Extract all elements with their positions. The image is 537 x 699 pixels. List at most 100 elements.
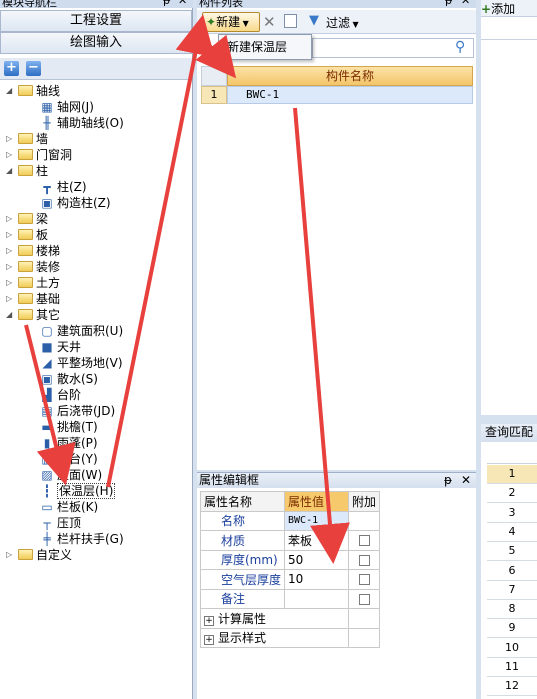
query-row[interactable]: 8: [487, 600, 537, 620]
prop-value[interactable]: 10: [284, 569, 350, 590]
property-row[interactable]: 名称 BWC-1: [199, 510, 381, 531]
tree-item[interactable]: ╪ 栏杆扶手(G): [40, 531, 123, 547]
collapse-all-icon[interactable]: −: [26, 61, 41, 76]
tree-folder[interactable]: ▷ 墙: [6, 131, 48, 147]
tree-item[interactable]: ▮ 雨蓬(P): [40, 435, 98, 451]
expand-arrow-icon[interactable]: ▷: [6, 243, 15, 259]
tree-item[interactable]: ▬ 挑檐(T): [40, 419, 97, 435]
tree-folder[interactable]: ▷ 板: [6, 227, 48, 243]
tree-item[interactable]: ▢ 建筑面积(U): [40, 323, 123, 339]
expand-arrow-icon[interactable]: ▷: [6, 147, 15, 163]
query-row[interactable]: 12: [487, 677, 537, 697]
tree-folder[interactable]: ◢ 轴线: [6, 83, 60, 99]
prop-value[interactable]: [284, 588, 350, 609]
tree-item[interactable]: ▣ 构造柱(Z): [40, 195, 110, 211]
extra-checkbox[interactable]: [358, 554, 370, 566]
tree-folder[interactable]: ◢ 其它: [6, 307, 60, 323]
expand-arrow-icon[interactable]: ▷: [6, 259, 15, 275]
prop-value[interactable]: 50: [284, 549, 350, 570]
tree-folder[interactable]: ◢ 柱: [6, 163, 48, 179]
pin-icon[interactable]: ᵽ: [445, 0, 452, 7]
table-row[interactable]: 1 BWC-1: [201, 86, 473, 104]
property-group[interactable]: + 计算属性: [199, 608, 381, 629]
expand-all-icon[interactable]: +: [4, 61, 19, 76]
pin-icon[interactable]: ᵽ: [444, 473, 452, 488]
collapse-arrow-icon[interactable]: ◢: [6, 83, 15, 99]
tree-item[interactable]: ▭ 栏板(K): [40, 499, 98, 515]
extra-checkbox[interactable]: [358, 574, 370, 586]
query-row[interactable]: 5: [487, 542, 537, 562]
tree-label: 辅助轴线(O): [57, 116, 124, 130]
close-icon[interactable]: ✕: [178, 0, 187, 7]
expand-arrow-icon[interactable]: ▷: [6, 211, 15, 227]
drawing-input-button[interactable]: 绘图输入: [0, 32, 192, 54]
tree-item[interactable]: ▨ 屋面(W): [40, 467, 102, 483]
tree-item[interactable]: ┬ 压顶: [40, 515, 81, 531]
extra-checkbox[interactable]: [358, 593, 370, 605]
query-row[interactable]: 3: [487, 504, 537, 523]
header-extra: 附加: [348, 491, 381, 512]
query-row[interactable]: 6: [487, 562, 537, 581]
menu-item-new-insulation[interactable]: 新建保温层: [227, 40, 287, 54]
filter-button[interactable]: 过滤 ▼: [326, 14, 359, 31]
tree-item[interactable]: ■ 天井: [40, 339, 81, 355]
expand-icon[interactable]: +: [204, 615, 214, 626]
tree-item[interactable]: ┇ 保温层(H): [40, 483, 116, 499]
property-group[interactable]: + 显示样式: [199, 627, 381, 648]
tree-folder[interactable]: ▷ 梁: [6, 211, 48, 227]
search-icon[interactable]: ⚲: [455, 39, 465, 55]
tree-folder[interactable]: ▷ 自定义: [6, 547, 72, 563]
tree-folder[interactable]: ▷ 门窗洞: [6, 147, 72, 163]
extra-checkbox[interactable]: [358, 535, 370, 547]
property-row[interactable]: 材质 苯板: [199, 530, 381, 551]
expand-arrow-icon[interactable]: ▷: [6, 275, 15, 291]
component-list-title-text: 构件列表: [199, 0, 243, 9]
tree-label: 散水(S): [57, 372, 98, 386]
delete-icon[interactable]: ✕: [263, 13, 276, 31]
tree-label: 阳台(Y): [57, 452, 98, 466]
close-icon[interactable]: ✕: [461, 0, 470, 7]
query-row[interactable]: 7: [487, 581, 537, 600]
tree-folder[interactable]: ▷ 楼梯: [6, 243, 60, 259]
query-row[interactable]: 2: [487, 484, 537, 504]
collapse-arrow-icon[interactable]: ◢: [6, 163, 15, 179]
tree-item[interactable]: ┳ 柱(Z): [40, 179, 86, 195]
expand-icon[interactable]: +: [204, 635, 214, 646]
tree-item[interactable]: ◢ 平整场地(V): [40, 355, 122, 371]
filter-icon[interactable]: ▼: [309, 13, 319, 28]
prop-value[interactable]: 苯板: [284, 530, 350, 551]
expand-arrow-icon[interactable]: ▷: [6, 547, 15, 563]
tree-label: 楼梯: [36, 244, 61, 258]
new-button[interactable]: ✦新建 ▼: [202, 12, 260, 32]
query-row[interactable]: 1: [487, 465, 537, 484]
collapse-arrow-icon[interactable]: ◢: [6, 307, 15, 323]
tree-item[interactable]: ▣ 散水(S): [40, 371, 98, 387]
query-row[interactable]: 9: [487, 619, 537, 639]
property-row[interactable]: 备注: [199, 588, 381, 609]
tree-item[interactable]: ▦ 轴网(J): [40, 99, 94, 115]
tree-folder[interactable]: ▷ 装修: [6, 259, 60, 275]
property-row[interactable]: 厚度(mm) 50: [199, 549, 381, 570]
add-button[interactable]: +添加: [481, 0, 537, 17]
tree-item[interactable]: ▤ 后浇带(JD): [40, 403, 115, 419]
query-row[interactable]: 4: [487, 523, 537, 542]
expand-arrow-icon[interactable]: ▷: [6, 131, 15, 147]
tree-folder[interactable]: ▷ 土方: [6, 275, 60, 291]
pin-icon[interactable]: ᵽ: [163, 0, 170, 7]
tree-item[interactable]: ╫ 辅助轴线(O): [40, 115, 124, 131]
tree-item[interactable]: ▟ 台阶: [40, 387, 81, 403]
expand-arrow-icon[interactable]: ▷: [6, 291, 15, 307]
prop-value[interactable]: BWC-1: [284, 510, 350, 531]
expand-arrow-icon[interactable]: ▷: [6, 227, 15, 243]
copy-icon[interactable]: [284, 14, 297, 28]
close-icon[interactable]: ✕: [461, 473, 471, 488]
column-header-name[interactable]: 构件名称: [227, 66, 473, 86]
search-input[interactable]: [312, 38, 474, 58]
query-row[interactable]: 10: [487, 639, 537, 658]
tree-folder[interactable]: ▷ 基础: [6, 291, 60, 307]
project-settings-button[interactable]: 工程设置: [0, 10, 192, 32]
query-row[interactable]: 11: [487, 658, 537, 677]
property-row[interactable]: 空气层厚度 10: [199, 569, 381, 590]
prop-name: 材质: [199, 530, 286, 551]
tree-item[interactable]: ▥ 阳台(Y): [40, 451, 98, 467]
